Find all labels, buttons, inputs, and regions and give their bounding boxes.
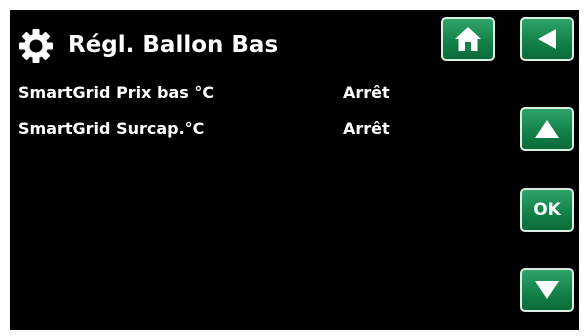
setting-row-smartgrid-surcap[interactable]: SmartGrid Surcap.°C Arrêt: [18, 118, 438, 154]
display-screen: Régl. Ballon Bas SmartGrid Prix bas °C A…: [10, 10, 579, 330]
settings-list: SmartGrid Prix bas °C Arrêt SmartGrid Su…: [18, 82, 438, 154]
up-arrow-icon: [535, 120, 559, 138]
setting-label: SmartGrid Surcap.°C: [18, 119, 205, 138]
up-button[interactable]: [520, 107, 574, 151]
header: Régl. Ballon Bas: [10, 10, 430, 72]
ok-button[interactable]: OK: [520, 188, 574, 232]
down-arrow-icon: [535, 281, 559, 299]
back-arrow-icon: [538, 29, 556, 49]
gear-icon: [19, 29, 53, 63]
setting-row-smartgrid-prix-bas[interactable]: SmartGrid Prix bas °C Arrêt: [18, 82, 438, 118]
setting-value: Arrêt: [343, 119, 390, 138]
down-button[interactable]: [520, 268, 574, 312]
back-button[interactable]: [520, 17, 574, 61]
setting-label: SmartGrid Prix bas °C: [18, 83, 215, 102]
home-button[interactable]: [441, 17, 495, 61]
setting-value: Arrêt: [343, 83, 390, 102]
page-title: Régl. Ballon Bas: [68, 32, 279, 58]
home-icon: [455, 27, 481, 51]
